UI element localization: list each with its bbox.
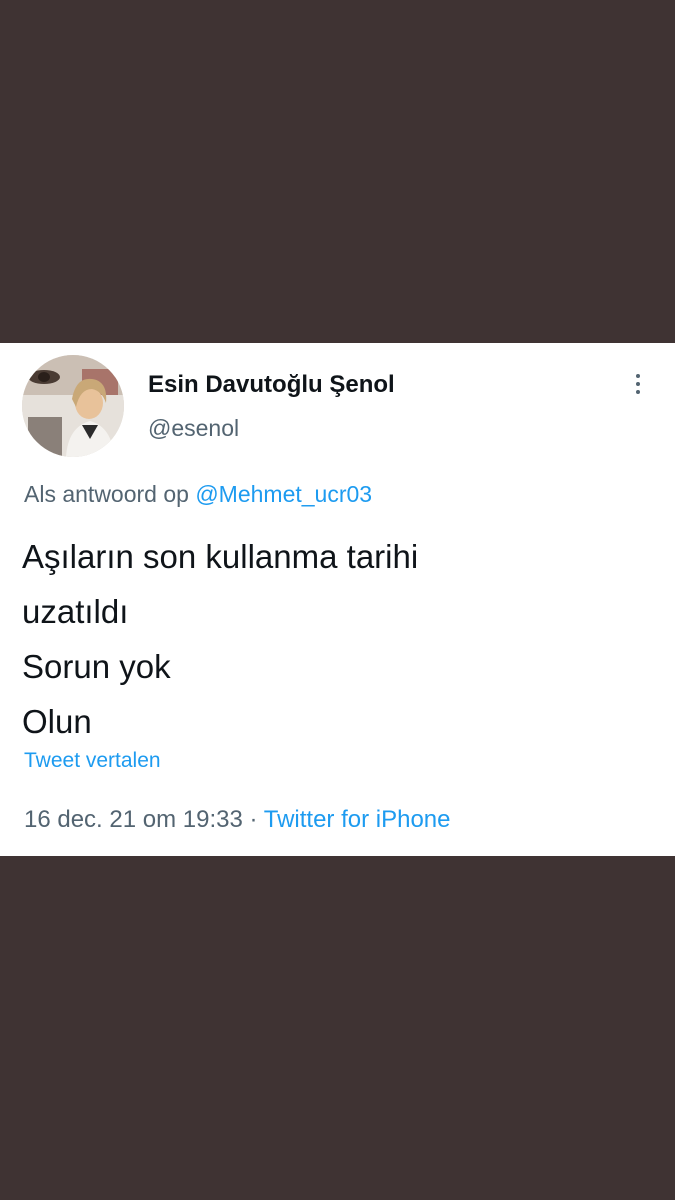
reply-context: Als antwoord op @Mehmet_ucr03 <box>24 481 372 508</box>
vertical-ellipsis-icon <box>624 374 652 394</box>
reply-prefix: Als antwoord op <box>24 481 189 507</box>
tweet-text-line: Olun <box>22 703 92 740</box>
tweet-text-line: Aşıların son kullanma tarihi <box>22 538 419 575</box>
tweet-timestamp[interactable]: 16 dec. 21 om 19:33 <box>24 806 243 833</box>
tweet-text: Aşıların son kullanma tarihi uzatıldı So… <box>22 529 642 749</box>
meta-separator: · <box>249 806 258 833</box>
author-display-name[interactable]: Esin Davutoğlu Şenol <box>148 371 395 399</box>
reply-to-link[interactable]: @Mehmet_ucr03 <box>195 481 372 507</box>
user-avatar-photo-icon <box>22 355 124 457</box>
tweet-text-line: Sorun yok <box>22 648 171 685</box>
author-handle[interactable]: @esenol <box>148 415 239 442</box>
author-avatar[interactable] <box>22 355 124 457</box>
translate-tweet-link[interactable]: Tweet vertalen <box>24 749 161 773</box>
tweet-source-link[interactable]: Twitter for iPhone <box>264 806 451 833</box>
tweet-card: Esin Davutoğlu Şenol @esenol Als antwoor… <box>0 343 675 856</box>
tweet-meta: 16 dec. 21 om 19:33 · Twitter for iPhone <box>24 806 450 834</box>
tweet-text-line: uzatıldı <box>22 593 129 630</box>
more-options-button[interactable] <box>624 371 652 405</box>
